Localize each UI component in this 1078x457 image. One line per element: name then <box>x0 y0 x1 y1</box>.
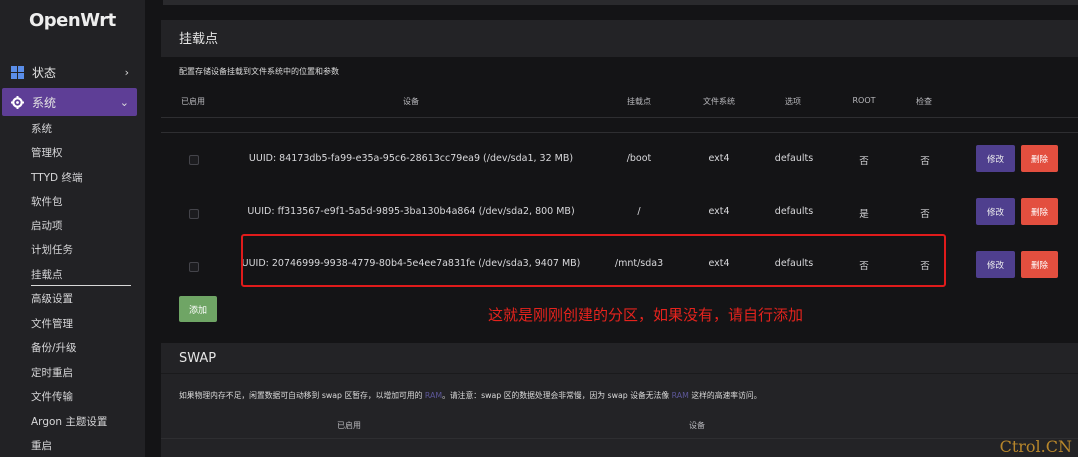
col-root: ROOT <box>852 96 876 105</box>
row-device: UUID: 84173db5-fa99-e35a-95c6-28613cc79e… <box>248 153 574 164</box>
sidebar-item-file-transfer[interactable]: 文件传输 <box>31 390 73 404</box>
sidebar-item-backup[interactable]: 备份/升级 <box>31 341 77 355</box>
nav-system-label: 系统 <box>32 95 57 110</box>
active-underline <box>31 285 131 286</box>
sidebar-item-advanced[interactable]: 高级设置 <box>31 292 73 306</box>
enabled-checkbox[interactable] <box>189 155 199 165</box>
sidebar-item-argon[interactable]: Argon 主题设置 <box>31 415 107 429</box>
sidebar-item-admin[interactable]: 管理权 <box>31 146 63 160</box>
ram-link[interactable]: RAM <box>672 391 689 400</box>
col-mountpoint: 挂载点 <box>627 97 651 106</box>
dashboard-icon <box>10 65 24 79</box>
row-mountpoint: /boot <box>626 153 652 164</box>
row-mountpoint: / <box>637 206 641 217</box>
nav-status-label: 状态 <box>32 65 57 80</box>
sidebar-item-system[interactable]: 系统 <box>31 122 52 136</box>
row-filesystem: ext4 <box>708 206 730 217</box>
row-check: 否 <box>920 156 930 167</box>
swap-desc-part: 如果物理内存不足，闲置数据可自动移到 swap 区暂存，以增加可用的 <box>179 391 425 400</box>
add-button[interactable]: 添加 <box>179 296 217 322</box>
sidebar-item-startup[interactable]: 启动项 <box>31 219 63 233</box>
sidebar-item-filemanager[interactable]: 文件管理 <box>31 317 73 331</box>
col-enabled: 已启用 <box>181 97 205 106</box>
row-device: UUID: ff313567-e9f1-5a5d-9895-3ba130b4a8… <box>247 206 575 217</box>
ram-link[interactable]: RAM <box>425 391 442 400</box>
swap-divider <box>161 438 1078 439</box>
app-root: OpenWrt 状态 › 系统 ⌄ 系统 管理权 TTYD 终端 软件包 启动项… <box>0 0 1078 457</box>
col-filesystem: 文件系统 <box>703 97 735 106</box>
edit-button[interactable]: 修改 <box>976 145 1015 172</box>
table-divider <box>161 117 1078 118</box>
row-options: defaults <box>774 206 814 217</box>
mount-description: 配置存储设备挂载到文件系统中的位置和参数 <box>179 67 339 76</box>
swap-col-enabled: 已启用 <box>337 421 361 430</box>
chevron-right-icon: › <box>124 65 129 79</box>
sidebar-item-packages[interactable]: 软件包 <box>31 195 63 209</box>
delete-button[interactable]: 删除 <box>1021 251 1058 278</box>
col-device: 设备 <box>403 97 419 106</box>
annotation-text: 这就是刚刚创建的分区，如果没有，请自行添加 <box>488 306 804 324</box>
row-root: 否 <box>859 156 869 167</box>
row-filesystem: ext4 <box>708 153 730 164</box>
delete-button[interactable]: 删除 <box>1021 145 1058 172</box>
gear-icon <box>10 95 24 109</box>
edit-button[interactable]: 修改 <box>976 198 1015 225</box>
sidebar-item-reboot-schedule[interactable]: 定时重启 <box>31 366 73 380</box>
sidebar-item-ttyd[interactable]: TTYD 终端 <box>31 171 82 185</box>
nav-system[interactable]: 系统 ⌄ <box>2 88 137 116</box>
row-options: defaults <box>774 153 814 164</box>
table-divider <box>161 132 1078 133</box>
delete-button[interactable]: 删除 <box>1021 198 1058 225</box>
sidebar-item-reboot[interactable]: 重启 <box>31 439 52 453</box>
swap-desc-part: 。请注意：swap 区的数据处理会非常慢，因为 swap 设备无法像 <box>442 391 672 400</box>
col-check: 检查 <box>916 97 932 106</box>
enabled-checkbox[interactable] <box>189 262 199 272</box>
logo[interactable]: OpenWrt <box>29 10 116 31</box>
watermark: Ctrol.CN <box>999 437 1072 456</box>
row-check: 否 <box>920 209 930 220</box>
enabled-checkbox[interactable] <box>189 209 199 219</box>
sidebar-item-mounts[interactable]: 挂载点 <box>31 268 63 282</box>
col-options: 选项 <box>785 97 801 106</box>
row-root: 是 <box>859 209 869 220</box>
chevron-down-icon: ⌄ <box>119 95 129 109</box>
swap-desc-part: 这样的高速率访问。 <box>688 391 762 400</box>
swap-col-device: 设备 <box>689 421 705 430</box>
sidebar-item-cron[interactable]: 计划任务 <box>31 243 73 257</box>
main-content: 挂载点 配置存储设备挂载到文件系统中的位置和参数 已启用 设备 挂载点 文件系统… <box>145 0 1078 457</box>
mount-section-title: 挂载点 <box>179 32 219 47</box>
sidebar: OpenWrt 状态 › 系统 ⌄ 系统 管理权 TTYD 终端 软件包 启动项… <box>0 0 145 457</box>
swap-title: SWAP <box>179 351 217 366</box>
highlight-box <box>241 234 946 287</box>
mount-section-header: 挂载点 <box>161 20 1078 57</box>
swap-description: 如果物理内存不足，闲置数据可自动移到 swap 区暂存，以增加可用的 RAM。请… <box>179 390 762 401</box>
swap-divider <box>161 373 1078 374</box>
nav-status[interactable]: 状态 › <box>2 58 137 86</box>
edit-button[interactable]: 修改 <box>976 251 1015 278</box>
previous-section-strip <box>163 0 1078 5</box>
